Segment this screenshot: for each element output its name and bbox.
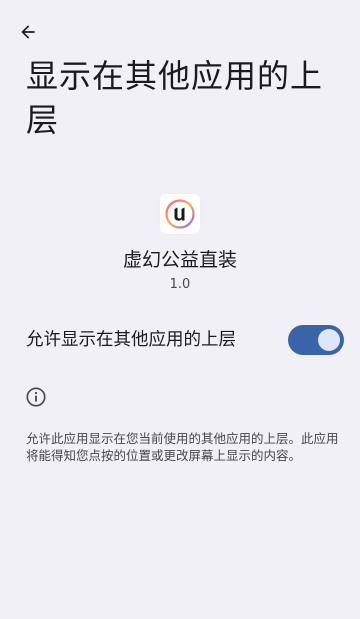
switch-thumb: [318, 329, 340, 351]
app-version: 1.0: [169, 277, 191, 292]
app-icon: [160, 194, 200, 234]
arrow-left-icon: [21, 25, 35, 39]
unreal-engine-logo: [165, 199, 195, 229]
app-name: 虚幻公益直装: [122, 249, 237, 271]
permission-toggle-label: 允许显示在其他应用的上层: [26, 330, 236, 350]
info-circle-icon: [26, 387, 46, 407]
permission-switch[interactable]: [288, 325, 344, 355]
permission-description: 允许此应用显示在您当前使用的其他应用的上层。此应用将能得知您点按的位置或更改屏幕…: [26, 431, 339, 463]
page-title: 显示在其他应用的上层: [26, 57, 324, 139]
back-button[interactable]: [10, 14, 46, 50]
permission-toggle-row[interactable]: 允许显示在其他应用的上层: [0, 318, 360, 362]
